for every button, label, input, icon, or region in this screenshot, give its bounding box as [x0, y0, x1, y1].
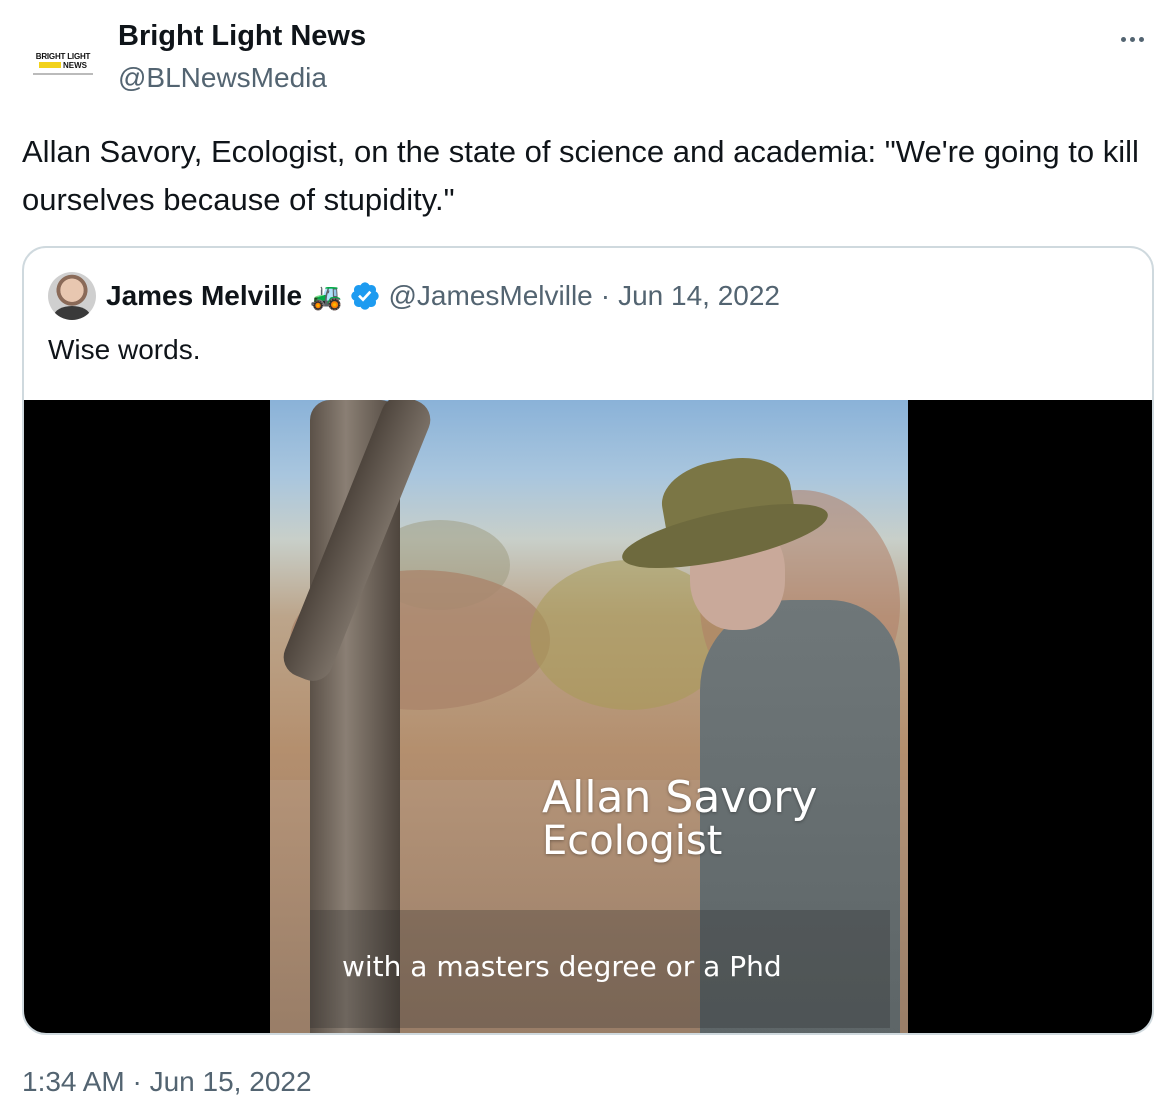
quoted-tweet-text: Wise words. — [48, 334, 201, 365]
tweet: BRIGHT LIGHT NEWS Bright Light News @BLN… — [0, 0, 1174, 1112]
logo-tagline-rule — [33, 72, 93, 75]
quoted-tweet-card[interactable]: James Melville 🚜 @JamesMelville · Jun 14… — [22, 246, 1154, 1035]
more-options-button[interactable] — [1112, 24, 1152, 54]
author-avatar[interactable]: BRIGHT LIGHT NEWS — [22, 22, 104, 104]
header-separator: · — [600, 280, 611, 311]
video-caption-role: Ecologist — [542, 818, 723, 864]
more-dot-icon — [1120, 36, 1126, 42]
video-player[interactable]: Allan Savory Ecologist with a masters de… — [24, 400, 1152, 1033]
author-handle[interactable]: @BLNewsMedia — [118, 62, 327, 94]
video-subtitle: with a masters degree or a Phd — [342, 950, 782, 983]
logo-line-news: NEWS — [39, 61, 87, 70]
more-dot-icon — [1129, 36, 1135, 42]
video-frame[interactable]: Allan Savory Ecologist with a masters de… — [270, 400, 908, 1033]
quoted-tweet-date[interactable]: Jun 14, 2022 — [618, 280, 780, 312]
quoted-author-avatar[interactable] — [48, 272, 96, 320]
tractor-emoji-icon: 🚜 — [310, 280, 343, 311]
quoted-author-handle[interactable]: @JamesMelville — [389, 280, 593, 312]
author-name[interactable]: Bright Light News — [118, 20, 366, 53]
avatar-shirt — [54, 306, 90, 320]
verified-badge-icon — [350, 282, 379, 310]
logo-text-news: NEWS — [63, 60, 87, 70]
quoted-tweet-header: James Melville 🚜 @JamesMelville · Jun 14… — [106, 278, 780, 314]
more-dot-icon — [1138, 36, 1144, 42]
logo-yellow-bar — [39, 62, 61, 68]
tweet-timestamp[interactable]: 1:34 AM · Jun 15, 2022 — [22, 1066, 312, 1098]
quoted-author-name[interactable]: James Melville — [106, 280, 302, 312]
video-caption-name: Allan Savory — [542, 772, 818, 823]
tweet-text: Allan Savory, Ecologist, on the state of… — [22, 134, 1139, 217]
logo-text-bright-light: BRIGHT LIGHT — [35, 51, 91, 61]
